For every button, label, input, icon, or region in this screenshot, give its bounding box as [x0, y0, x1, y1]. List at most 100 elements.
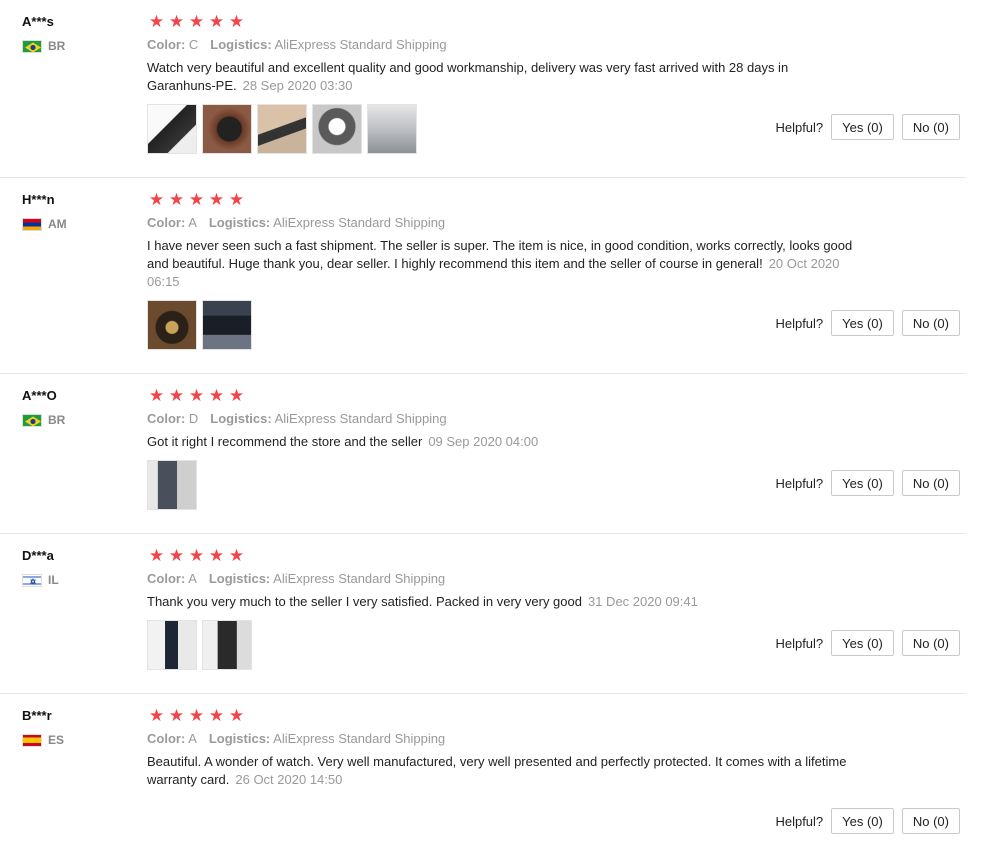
star-icon: ★: [188, 12, 205, 31]
review-photo[interactable]: [202, 300, 252, 350]
logistics-label: Logistics:: [208, 731, 271, 746]
review-photos: [147, 620, 857, 670]
helpful-no-button[interactable]: No (0): [901, 470, 960, 496]
country-code: IL: [48, 573, 59, 587]
country-code: BR: [48, 39, 66, 53]
helpful-yes-button[interactable]: Yes (0): [831, 310, 894, 336]
star-icon: ★: [228, 12, 245, 31]
star-icon: ★: [148, 546, 165, 565]
star-icon: ★: [208, 386, 225, 405]
logistics-value: AliExpress Standard Shipping: [273, 215, 446, 230]
color-label: Color:: [147, 215, 186, 230]
star-icon: ★: [168, 386, 185, 405]
review-photos: [147, 460, 857, 510]
color-label: Color:: [147, 571, 186, 586]
color-value: A: [188, 731, 197, 746]
helpful-yes-button[interactable]: Yes (0): [831, 470, 894, 496]
helpful-yes-button[interactable]: Yes (0): [831, 630, 894, 656]
logistics-value: AliExpress Standard Shipping: [273, 731, 446, 746]
helpful-controls: Helpful? Yes (0) No (0): [775, 808, 960, 834]
color-value: A: [188, 215, 197, 230]
review-photos: [147, 300, 857, 350]
color-label: Color:: [147, 411, 186, 426]
review-meta: Color: A Logistics: AliExpress Standard S…: [147, 730, 857, 748]
review-content: ★ ★ ★ ★ ★ Color: D Logistics: AliExpress Stan…: [147, 386, 857, 510]
helpful-no-button[interactable]: No (0): [901, 808, 960, 834]
reviewer-info: A***O BR: [22, 388, 65, 427]
review-content: ★ ★ ★ ★ ★ Color: A Logistics: AliExpress Stan…: [147, 546, 857, 670]
star-icon: ★: [168, 12, 185, 31]
star-icon: ★: [228, 190, 245, 209]
color-value: C: [188, 37, 199, 52]
review-photo[interactable]: [147, 620, 197, 670]
reviewer-info: H***n AM: [22, 192, 67, 231]
logistics-label: Logistics:: [208, 215, 271, 230]
review-photo[interactable]: [147, 104, 197, 154]
review-body: Got it right I recommend the store and t…: [147, 434, 423, 449]
star-rating: ★ ★ ★ ★ ★: [147, 190, 857, 210]
review-text: Beautiful. A wonder of watch. Very well …: [147, 753, 857, 789]
logistics-label: Logistics:: [208, 571, 271, 586]
reviewer-info: B***r ES: [22, 708, 64, 747]
reviewer-country: IL: [22, 573, 59, 587]
review-item: B***r ES ★ ★ ★ ★ ★ Color: A Logistics: AliExp…: [0, 694, 966, 855]
review-photo[interactable]: [312, 104, 362, 154]
star-icon: ★: [228, 706, 245, 725]
reviewer-info: D***a IL: [22, 548, 59, 587]
star-icon: ★: [188, 546, 205, 565]
review-meta: Color: D Logistics: AliExpress Standard S…: [147, 410, 857, 428]
armenia-flag-icon: [22, 217, 42, 231]
star-icon: ★: [168, 706, 185, 725]
star-rating: ★ ★ ★ ★ ★: [147, 386, 857, 406]
reviewer-country: ES: [22, 733, 64, 747]
helpful-label: Helpful?: [775, 119, 824, 135]
review-photo[interactable]: [202, 104, 252, 154]
star-icon: ★: [148, 386, 165, 405]
color-value: A: [188, 571, 197, 586]
country-code: AM: [48, 217, 67, 231]
review-meta: Color: A Logistics: AliExpress Standard S…: [147, 570, 857, 588]
review-photo[interactable]: [147, 300, 197, 350]
review-meta: Color: A Logistics: AliExpress Standard S…: [147, 214, 857, 232]
review-photo[interactable]: [257, 104, 307, 154]
star-rating: ★ ★ ★ ★ ★: [147, 546, 857, 566]
star-icon: ★: [148, 190, 165, 209]
review-text: Thank you very much to the seller I very…: [147, 593, 857, 611]
color-label: Color:: [147, 731, 186, 746]
review-photo[interactable]: [202, 620, 252, 670]
review-photo[interactable]: [147, 460, 197, 510]
helpful-yes-button[interactable]: Yes (0): [831, 808, 894, 834]
helpful-yes-button[interactable]: Yes (0): [831, 114, 894, 140]
reviewer-info: A***s BR: [22, 14, 65, 53]
logistics-value: AliExpress Standard Shipping: [274, 37, 447, 52]
reviewer-country: BR: [22, 413, 65, 427]
review-date: 28 Sep 2020 03:30: [242, 78, 353, 93]
review-date: 31 Dec 2020 09:41: [587, 594, 698, 609]
helpful-no-button[interactable]: No (0): [901, 310, 960, 336]
reviewer-name: B***r: [22, 708, 52, 723]
star-icon: ★: [228, 546, 245, 565]
helpful-controls: Helpful? Yes (0) No (0): [775, 114, 960, 140]
review-text: Got it right I recommend the store and t…: [147, 433, 857, 451]
color-label: Color:: [147, 37, 186, 52]
review-content: ★ ★ ★ ★ ★ Color: A Logistics: AliExpress Stan…: [147, 190, 857, 350]
star-rating: ★ ★ ★ ★ ★: [147, 12, 857, 32]
star-icon: ★: [168, 190, 185, 209]
review-content: ★ ★ ★ ★ ★ Color: A Logistics: AliExpress Stan…: [147, 706, 857, 789]
helpful-no-button[interactable]: No (0): [901, 630, 960, 656]
review-text: I have never seen such a fast shipment. …: [147, 237, 857, 291]
review-item: A***O BR ★ ★ ★ ★ ★ Color: D Logistics: AliExp…: [0, 374, 966, 534]
helpful-no-button[interactable]: No (0): [901, 114, 960, 140]
star-icon: ★: [208, 190, 225, 209]
star-icon: ★: [168, 546, 185, 565]
helpful-controls: Helpful? Yes (0) No (0): [775, 630, 960, 656]
review-date: 26 Oct 2020 14:50: [235, 772, 343, 787]
helpful-controls: Helpful? Yes (0) No (0): [775, 470, 960, 496]
israel-flag-icon: [22, 573, 42, 587]
review-photo[interactable]: [367, 104, 417, 154]
star-icon: ★: [148, 706, 165, 725]
reviewer-name: A***s: [22, 14, 54, 29]
helpful-label: Helpful?: [775, 635, 824, 651]
logistics-value: AliExpress Standard Shipping: [274, 411, 447, 426]
star-icon: ★: [188, 190, 205, 209]
